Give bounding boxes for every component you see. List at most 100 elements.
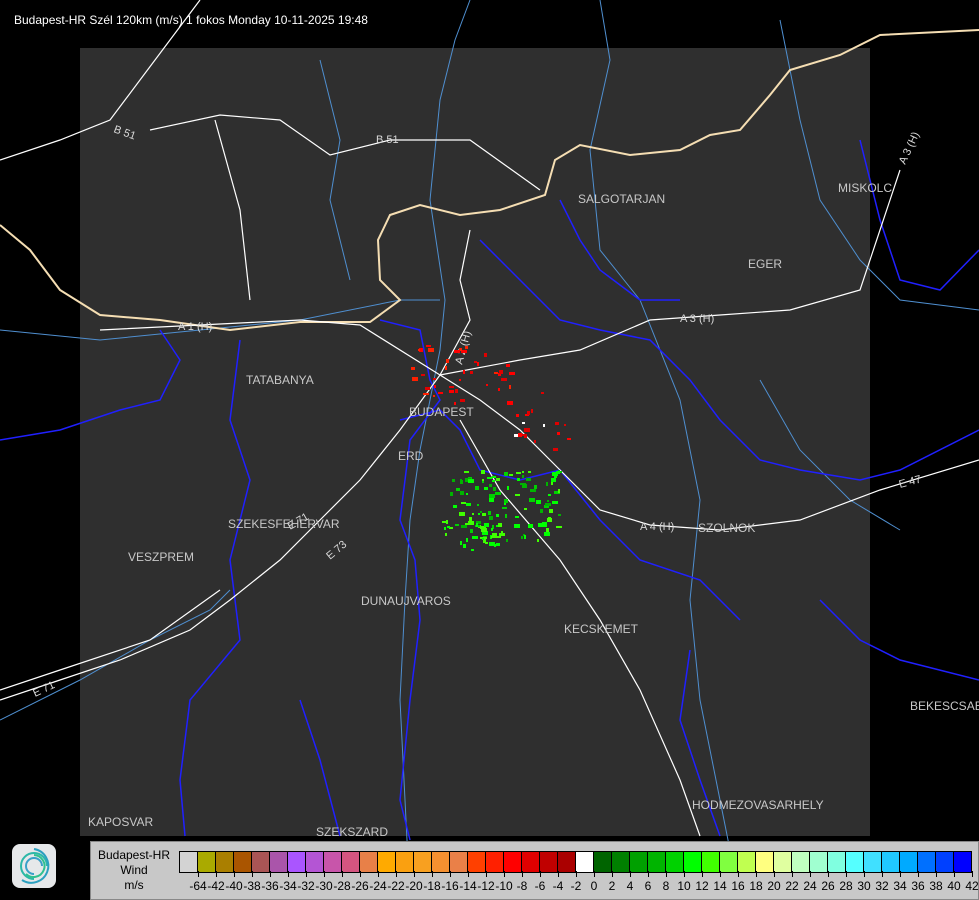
- city-label: SZEKESFEHERVAR: [228, 517, 340, 531]
- radar-map[interactable]: B 51 B 51 A 1 (H) A 2 (H) A 3 (H) A 3 (H…: [0, 0, 979, 900]
- radar-echo: [546, 528, 549, 532]
- tick-label: -28: [333, 879, 351, 893]
- radar-echo: [491, 528, 493, 531]
- tick-label: 0: [590, 879, 598, 893]
- city-label: SZOLNOK: [698, 521, 755, 535]
- city-label: VESZPREM: [128, 550, 194, 564]
- radar-echo: [484, 353, 487, 357]
- legend-title-line: Wind: [120, 863, 148, 877]
- color-bar-cell: [522, 852, 540, 872]
- tick-label: 8: [662, 879, 670, 893]
- radar-echo: [502, 507, 507, 509]
- color-bar-ticks: -64 -42 -40 -38 -36 -34 -32 -30 -28 -26 -24 -22 -20-…: [179, 871, 979, 899]
- color-bar-cell: [252, 852, 270, 872]
- radar-echo: [482, 479, 484, 481]
- radar-echo: [454, 402, 456, 405]
- color-legend: Budapest-HR Wind m/s -64 -42 -40 -38 -36 -34-…: [90, 841, 979, 900]
- radar-echo: [495, 536, 501, 538]
- tick-mark: [198, 871, 199, 877]
- radar-echo: [522, 471, 524, 473]
- color-bar-cell: [900, 852, 918, 872]
- tick-mark: [288, 871, 289, 877]
- tick-mark: [234, 871, 235, 877]
- radar-echo: [552, 501, 558, 504]
- tick-label: 22: [785, 879, 799, 893]
- color-bar-cell: [234, 852, 252, 872]
- radar-echo: [433, 395, 435, 397]
- radar-echo: [449, 386, 454, 388]
- radar-echo: [480, 511, 482, 513]
- tick-label: 16: [731, 879, 745, 893]
- radar-echo: [445, 533, 447, 536]
- tick-mark: [378, 871, 379, 877]
- tick-mark: [540, 871, 541, 877]
- tick-label: -18: [423, 879, 441, 893]
- tick-mark: [954, 871, 955, 877]
- tick-mark: [450, 871, 451, 877]
- radar-echo: [477, 504, 479, 506]
- radar-echo: [487, 477, 492, 479]
- tick-mark: [522, 871, 523, 877]
- tick-mark: [414, 871, 415, 877]
- radar-echo: [446, 359, 449, 363]
- color-bar-cell: [864, 852, 882, 872]
- tick-mark: [936, 871, 937, 877]
- radar-echo: [463, 544, 466, 548]
- radar-echo: [444, 527, 446, 530]
- radar-echo: [507, 486, 509, 490]
- tick-label: 10: [677, 879, 691, 893]
- radar-echo: [530, 489, 536, 492]
- radar-echo: [515, 516, 519, 518]
- tick-label: 32: [875, 879, 889, 893]
- tick-label: -6: [534, 879, 546, 893]
- tick-label: -22: [387, 879, 405, 893]
- radar-echo: [498, 523, 502, 527]
- radar-echo: [428, 348, 434, 352]
- tick-mark: [846, 871, 847, 877]
- tick-mark: [684, 871, 685, 877]
- radar-echo: [461, 502, 466, 504]
- city-label: SALGOTARJAN: [578, 192, 665, 206]
- radar-echo: [527, 411, 530, 415]
- radar-echo: [482, 538, 484, 540]
- color-bar-cell: [576, 852, 594, 872]
- radar-echo: [531, 409, 533, 413]
- tick-label: 36: [911, 879, 925, 893]
- radar-echo: [492, 480, 495, 482]
- radar-echo: [524, 428, 530, 432]
- tick-mark: [342, 871, 343, 877]
- radar-echo: [460, 541, 462, 545]
- radar-echo: [509, 474, 513, 476]
- radar-echo: [551, 478, 556, 482]
- color-bar-cell: [270, 852, 288, 872]
- color-bar-cell: [504, 852, 522, 872]
- color-bar-cell: [396, 852, 414, 872]
- tick-mark: [558, 871, 559, 877]
- radar-echo: [528, 471, 531, 473]
- radar-echo: [567, 438, 571, 440]
- radar-echo: [469, 520, 471, 524]
- svg-text:A 3 (H): A 3 (H): [897, 130, 922, 166]
- radar-echo: [545, 503, 551, 506]
- tick-label: -42: [207, 879, 225, 893]
- radar-echo: [560, 471, 562, 473]
- tick-mark: [306, 871, 307, 877]
- radar-echo: [522, 475, 524, 478]
- color-bar-cell: [378, 852, 396, 872]
- color-bar-cell: [216, 852, 234, 872]
- radar-echo: [464, 471, 469, 473]
- radar-echo: [477, 362, 479, 366]
- radar-echo: [558, 489, 560, 493]
- tick-mark: [774, 871, 775, 877]
- city-label: SZEKSZARD: [316, 825, 388, 839]
- tick-mark: [432, 871, 433, 877]
- radar-echo: [540, 509, 543, 513]
- radar-echo: [478, 513, 480, 515]
- radar-echo: [501, 378, 507, 381]
- radar-echo: [423, 393, 429, 395]
- radar-echo: [418, 349, 420, 351]
- color-bar-cell: [774, 852, 792, 872]
- city-label: HODMEZOVASARHELY: [692, 798, 824, 812]
- radar-echo: [476, 523, 478, 527]
- radar-echo: [461, 525, 467, 528]
